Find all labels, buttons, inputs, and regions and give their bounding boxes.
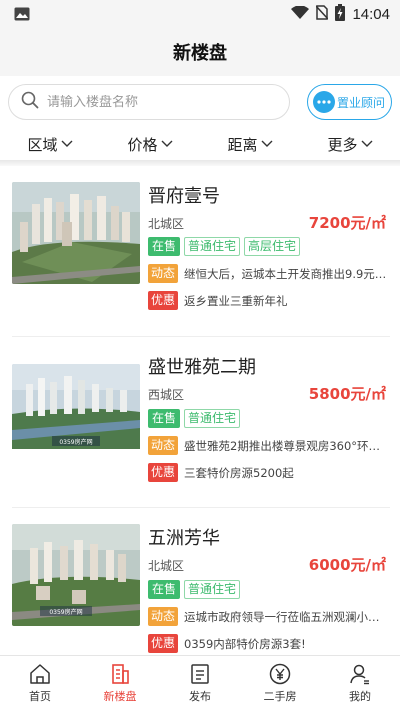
sale-status-tag: 在售 bbox=[148, 580, 181, 599]
filter-more[interactable]: 更多 bbox=[300, 128, 400, 160]
battery-charging-icon bbox=[335, 4, 346, 25]
listing-price: 5800元/㎡ bbox=[308, 385, 386, 403]
listing-district: 北城区 bbox=[148, 559, 185, 573]
property-type-tag: 普通住宅 bbox=[184, 409, 241, 428]
filter-price[interactable]: 价格 bbox=[100, 128, 200, 160]
listing-card[interactable]: 0359房产网 盛世雅苑二期 西城区 5800元/㎡ 在售 普通住宅 动态 盛世… bbox=[0, 337, 400, 497]
listing-card[interactable]: 0359房产网 五洲芳华 北城区 6000元/㎡ 在售 普通住宅 动态 运城市政… bbox=[0, 508, 400, 668]
promo-text: 返乡置业三重新年礼 bbox=[184, 293, 288, 308]
nav-publish[interactable]: 发布 bbox=[160, 656, 240, 711]
chevron-down-icon bbox=[161, 140, 172, 147]
search-icon bbox=[21, 91, 39, 113]
news-badge: 动态 bbox=[148, 607, 179, 626]
user-icon bbox=[350, 664, 369, 685]
filter-label: 距离 bbox=[227, 135, 258, 154]
chevron-down-icon bbox=[61, 140, 72, 147]
nav-home[interactable]: 首页 bbox=[0, 656, 80, 711]
listing-district: 西城区 bbox=[148, 388, 185, 402]
promo-badge: 优惠 bbox=[148, 634, 179, 653]
listing-promo: 优惠 三套特价房源5200起 bbox=[148, 463, 388, 482]
consultant-button[interactable]: 置业顾问 bbox=[307, 84, 392, 120]
chevron-down-icon bbox=[361, 140, 372, 147]
nav-label: 我的 bbox=[349, 690, 371, 703]
nav-second-hand[interactable]: 二手房 bbox=[240, 656, 320, 711]
listing-promo: 优惠 返乡置业三重新年礼 bbox=[148, 291, 388, 310]
home-icon bbox=[30, 664, 50, 684]
promo-badge: 优惠 bbox=[148, 291, 179, 310]
listing-tags: 在售 普通住宅 高层住宅 bbox=[148, 237, 301, 256]
filter-region[interactable]: 区域 bbox=[0, 128, 100, 160]
news-text: 继恒大后，运城本土开发商推出9.9元… bbox=[184, 266, 387, 281]
listing-price: 7200元/㎡ bbox=[308, 214, 386, 232]
news-text: 盛世雅苑2期推出楼尊景观房360°环景… bbox=[184, 438, 388, 453]
news-badge: 动态 bbox=[148, 264, 179, 283]
page-title: 新楼盘 bbox=[173, 43, 227, 64]
filter-label: 更多 bbox=[327, 135, 358, 154]
status-bar: 14:04 bbox=[0, 0, 400, 28]
chevron-down-icon bbox=[261, 140, 272, 147]
chat-bubble-icon bbox=[313, 91, 335, 113]
search-input[interactable] bbox=[47, 94, 267, 110]
promo-text: 三套特价房源5200起 bbox=[184, 465, 294, 480]
listing-tags: 在售 普通住宅 bbox=[148, 409, 241, 428]
publish-icon bbox=[191, 664, 209, 684]
photo-watermark: 0359房产网 bbox=[59, 438, 92, 446]
new-building-icon bbox=[112, 664, 129, 684]
promo-badge: 优惠 bbox=[148, 463, 179, 482]
filter-bar: 区域 价格 距离 更多 bbox=[0, 128, 400, 160]
bottom-nav: 首页 新楼盘 发布 二手房 我的 bbox=[0, 655, 400, 711]
listing-photo bbox=[12, 182, 140, 284]
nav-mine[interactable]: 我的 bbox=[320, 656, 400, 711]
sale-status-tag: 在售 bbox=[148, 409, 181, 428]
filter-label: 区域 bbox=[27, 135, 58, 154]
property-type-tag: 普通住宅 bbox=[184, 580, 241, 599]
sale-status-tag: 在售 bbox=[148, 237, 181, 256]
listing-promo: 优惠 0359内部特价房源3套! bbox=[148, 634, 388, 653]
yuan-icon bbox=[269, 663, 291, 685]
listing-news: 动态 盛世雅苑2期推出楼尊景观房360°环景… bbox=[148, 436, 388, 455]
nav-label: 二手房 bbox=[263, 690, 297, 703]
listing-district: 北城区 bbox=[148, 217, 185, 231]
wifi-icon bbox=[291, 5, 310, 24]
listing-photo: 0359房产网 bbox=[12, 524, 140, 626]
nav-new-buildings[interactable]: 新楼盘 bbox=[80, 656, 160, 711]
listing-tags: 在售 普通住宅 bbox=[148, 580, 241, 599]
photo-watermark: 0359房产网 bbox=[49, 608, 82, 616]
property-type-tag: 高层住宅 bbox=[244, 237, 301, 256]
listing-card[interactable]: 晋府壹号 北城区 7200元/㎡ 在售 普通住宅 高层住宅 动态 继恒大后，运城… bbox=[0, 166, 400, 326]
nav-label: 新楼盘 bbox=[103, 690, 137, 703]
filter-label: 价格 bbox=[127, 135, 158, 154]
property-type-tag: 普通住宅 bbox=[184, 237, 241, 256]
nav-label: 发布 bbox=[189, 690, 211, 703]
search-box[interactable] bbox=[8, 84, 290, 120]
nav-label: 首页 bbox=[29, 690, 51, 703]
gallery-icon bbox=[14, 6, 30, 25]
news-badge: 动态 bbox=[148, 436, 179, 455]
listing-news: 动态 继恒大后，运城本土开发商推出9.9元… bbox=[148, 264, 388, 283]
listing-name: 盛世雅苑二期 bbox=[148, 357, 256, 378]
listing-price: 6000元/㎡ bbox=[308, 556, 386, 574]
news-text: 运城市政府领导一行莅临五洲观澜小区… bbox=[184, 609, 388, 624]
listing-news: 动态 运城市政府领导一行莅临五洲观澜小区… bbox=[148, 607, 388, 626]
listing-photo: 0359房产网 bbox=[12, 364, 140, 466]
promo-text: 0359内部特价房源3套! bbox=[184, 636, 306, 651]
listing-name: 晋府壹号 bbox=[148, 186, 220, 207]
clock-time: 14:04 bbox=[352, 6, 390, 23]
listing-name: 五洲芳华 bbox=[148, 528, 220, 549]
search-row: 置业顾问 bbox=[0, 76, 400, 128]
filter-distance[interactable]: 距离 bbox=[200, 128, 300, 160]
consultant-label: 置业顾问 bbox=[337, 95, 386, 110]
no-sim-icon bbox=[315, 5, 330, 24]
title-bar: 新楼盘 bbox=[0, 28, 400, 76]
